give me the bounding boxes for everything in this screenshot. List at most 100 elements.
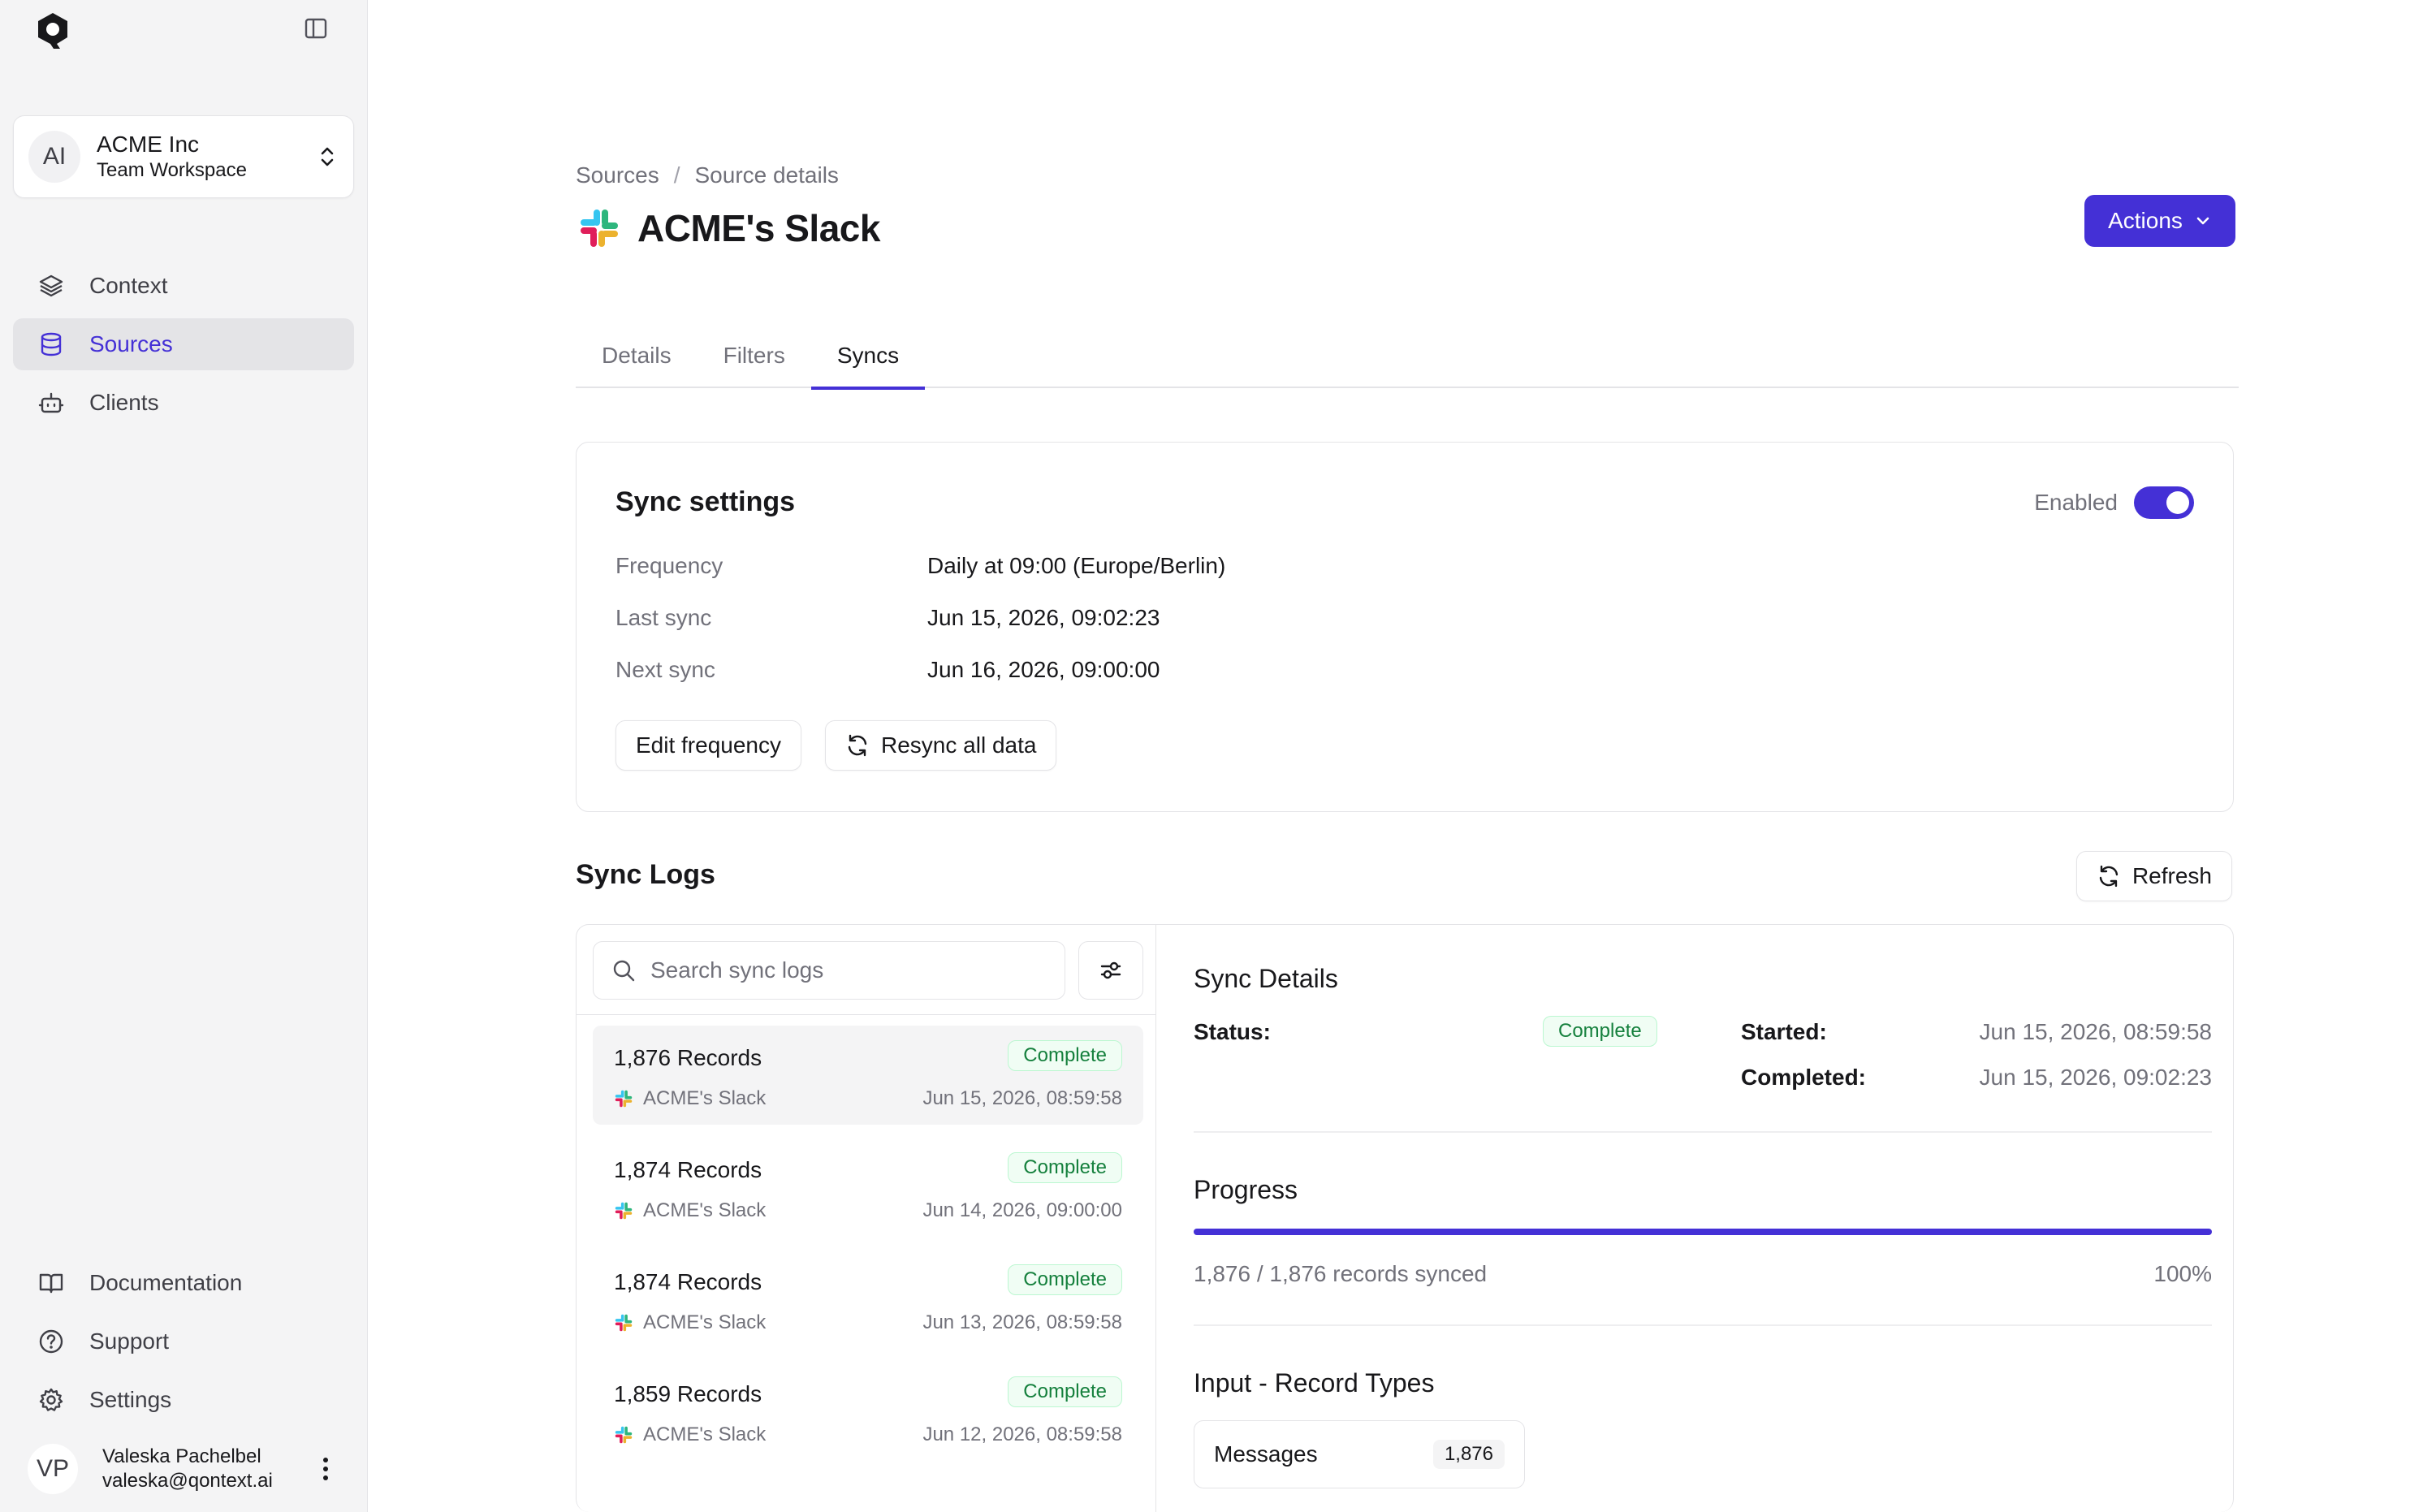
sync-logs-title: Sync Logs xyxy=(576,859,715,890)
divider xyxy=(1194,1131,2212,1133)
sync-logs-panel: 1,876 Records Complete ACME's Slack Jun … xyxy=(576,924,2234,1512)
status-badge: Complete xyxy=(1008,1376,1122,1407)
log-source-label: ACME's Slack xyxy=(643,1199,767,1221)
breadcrumb-current: Source details xyxy=(694,162,839,188)
record-types-title: Input - Record Types xyxy=(1194,1368,1435,1398)
tab-filters[interactable]: Filters xyxy=(698,328,811,388)
secondary-nav: Documentation Support Settings xyxy=(13,1257,354,1432)
log-source-label: ACME's Slack xyxy=(643,1423,767,1445)
log-source: ACME's Slack xyxy=(614,1423,766,1446)
last-sync-value: Jun 15, 2026, 09:02:23 xyxy=(927,605,1160,630)
resync-all-button[interactable]: Resync all data xyxy=(825,720,1057,771)
slack-logo-icon xyxy=(581,210,618,247)
chevron-up-down-icon xyxy=(316,140,339,173)
log-records: 1,859 Records xyxy=(614,1381,762,1406)
actions-button[interactable]: Actions xyxy=(2084,195,2235,247)
refresh-icon xyxy=(2099,865,2119,888)
frequency-value: Daily at 09:00 (Europe/Berlin) xyxy=(927,553,1226,578)
sidebar-item-label: Clients xyxy=(89,390,159,415)
sliders-icon xyxy=(1100,961,1121,979)
help-circle-icon xyxy=(37,1328,65,1355)
main-panel: Sources / Source details ACME's Slack Ac… xyxy=(367,0,2436,1512)
sync-log-item[interactable]: 1,874 Records Complete ACME's Slack Jun … xyxy=(593,1250,1143,1349)
search-field[interactable] xyxy=(593,941,1065,1000)
sidebar-item-label: Settings xyxy=(89,1387,172,1412)
progress-bar-fill xyxy=(1194,1229,2212,1235)
sync-log-item[interactable]: 1,874 Records Complete ACME's Slack Jun … xyxy=(593,1138,1143,1237)
log-source: ACME's Slack xyxy=(614,1087,766,1110)
enabled-toggle[interactable] xyxy=(2134,486,2194,519)
progress-bar xyxy=(1194,1229,2212,1235)
started-label: Started: xyxy=(1741,1019,1827,1044)
user-profile[interactable]: VP Valeska Pachelbel valeska@qontext.ai xyxy=(13,1441,354,1497)
main-nav: Context Sources Clients xyxy=(13,260,354,435)
sidebar-item-sources[interactable]: Sources xyxy=(13,318,354,370)
progress-title: Progress xyxy=(1194,1175,1298,1204)
workspace-avatar: AI xyxy=(28,131,80,183)
log-date: Jun 12, 2026, 08:59:58 xyxy=(922,1423,1122,1445)
edit-frequency-button[interactable]: Edit frequency xyxy=(615,720,801,771)
sidebar-item-label: Documentation xyxy=(89,1270,243,1295)
sync-settings-title: Sync settings xyxy=(615,486,796,517)
enabled-label: Enabled xyxy=(2034,490,2118,515)
last-sync-label: Last sync xyxy=(615,605,712,630)
sidebar-item-support[interactable]: Support xyxy=(13,1315,354,1367)
sidebar-item-context[interactable]: Context xyxy=(13,260,354,312)
slack-logo-icon xyxy=(615,1202,633,1220)
sidebar: AI ACME Inc Team Workspace Context Sourc… xyxy=(0,0,367,1512)
sidebar-item-clients[interactable]: Clients xyxy=(13,377,354,429)
sync-log-list: 1,876 Records Complete ACME's Slack Jun … xyxy=(577,925,1156,1512)
search-icon xyxy=(613,960,635,982)
status-label: Status: xyxy=(1194,1019,1271,1044)
refresh-icon xyxy=(848,734,867,757)
record-type-name: Messages xyxy=(1214,1441,1318,1467)
sidebar-item-label: Sources xyxy=(89,331,173,356)
sidebar-item-documentation[interactable]: Documentation xyxy=(13,1257,354,1309)
next-sync-label: Next sync xyxy=(615,657,715,682)
sync-log-item[interactable]: 1,859 Records Complete ACME's Slack Jun … xyxy=(593,1362,1143,1461)
search-input[interactable] xyxy=(650,957,1040,983)
divider xyxy=(577,1014,1156,1015)
slack-logo-icon xyxy=(615,1090,633,1108)
status-badge: Complete xyxy=(1008,1040,1122,1071)
completed-value: Jun 15, 2026, 09:02:23 xyxy=(1979,1065,2212,1090)
status-badge: Complete xyxy=(1008,1264,1122,1295)
resync-all-label: Resync all data xyxy=(881,732,1037,758)
qontext-logo-icon[interactable] xyxy=(32,10,73,50)
started-value: Jun 15, 2026, 08:59:58 xyxy=(1979,1019,2212,1044)
enabled-toggle-group: Enabled xyxy=(2034,486,2194,519)
edit-frequency-label: Edit frequency xyxy=(636,732,781,758)
gear-icon xyxy=(37,1386,65,1414)
refresh-button[interactable]: Refresh xyxy=(2076,851,2232,901)
chevron-down-icon xyxy=(2196,217,2209,225)
actions-button-label: Actions xyxy=(2108,208,2183,233)
sync-log-item[interactable]: 1,876 Records Complete ACME's Slack Jun … xyxy=(593,1026,1143,1125)
slack-logo-icon xyxy=(615,1314,633,1332)
sidebar-toggle-icon[interactable] xyxy=(302,15,330,42)
log-records: 1,874 Records xyxy=(614,1269,762,1294)
log-date: Jun 14, 2026, 09:00:00 xyxy=(922,1199,1122,1221)
avatar: VP xyxy=(28,1444,78,1494)
robot-icon xyxy=(37,389,65,417)
log-date: Jun 15, 2026, 08:59:58 xyxy=(922,1087,1122,1109)
tab-syncs[interactable]: Syncs xyxy=(810,328,926,390)
workspace-name: ACME Inc xyxy=(97,132,200,157)
log-source-label: ACME's Slack xyxy=(643,1311,767,1333)
sidebar-item-label: Context xyxy=(89,273,168,298)
more-vertical-icon[interactable] xyxy=(313,1453,338,1485)
next-sync-value: Jun 16, 2026, 09:00:00 xyxy=(927,657,1160,682)
filter-button[interactable] xyxy=(1078,941,1143,1000)
log-date: Jun 13, 2026, 08:59:58 xyxy=(922,1311,1122,1333)
page-header: ACME's Slack xyxy=(577,206,880,250)
record-type-count: 1,876 xyxy=(1432,1440,1505,1469)
breadcrumb-sources-link[interactable]: Sources xyxy=(576,162,659,188)
frequency-label: Frequency xyxy=(615,553,723,578)
sync-details-panel: Sync Details Status: Complete Started: J… xyxy=(1156,925,2233,1512)
workspace-switcher[interactable]: AI ACME Inc Team Workspace xyxy=(13,115,354,198)
sidebar-item-settings[interactable]: Settings xyxy=(13,1374,354,1426)
slack-logo-icon xyxy=(615,1426,633,1444)
log-source-label: ACME's Slack xyxy=(643,1087,767,1109)
page-title: ACME's Slack xyxy=(637,207,880,249)
sync-settings-card: Sync settings Enabled Frequency Daily at… xyxy=(576,442,2234,812)
tab-details[interactable]: Details xyxy=(576,328,698,388)
